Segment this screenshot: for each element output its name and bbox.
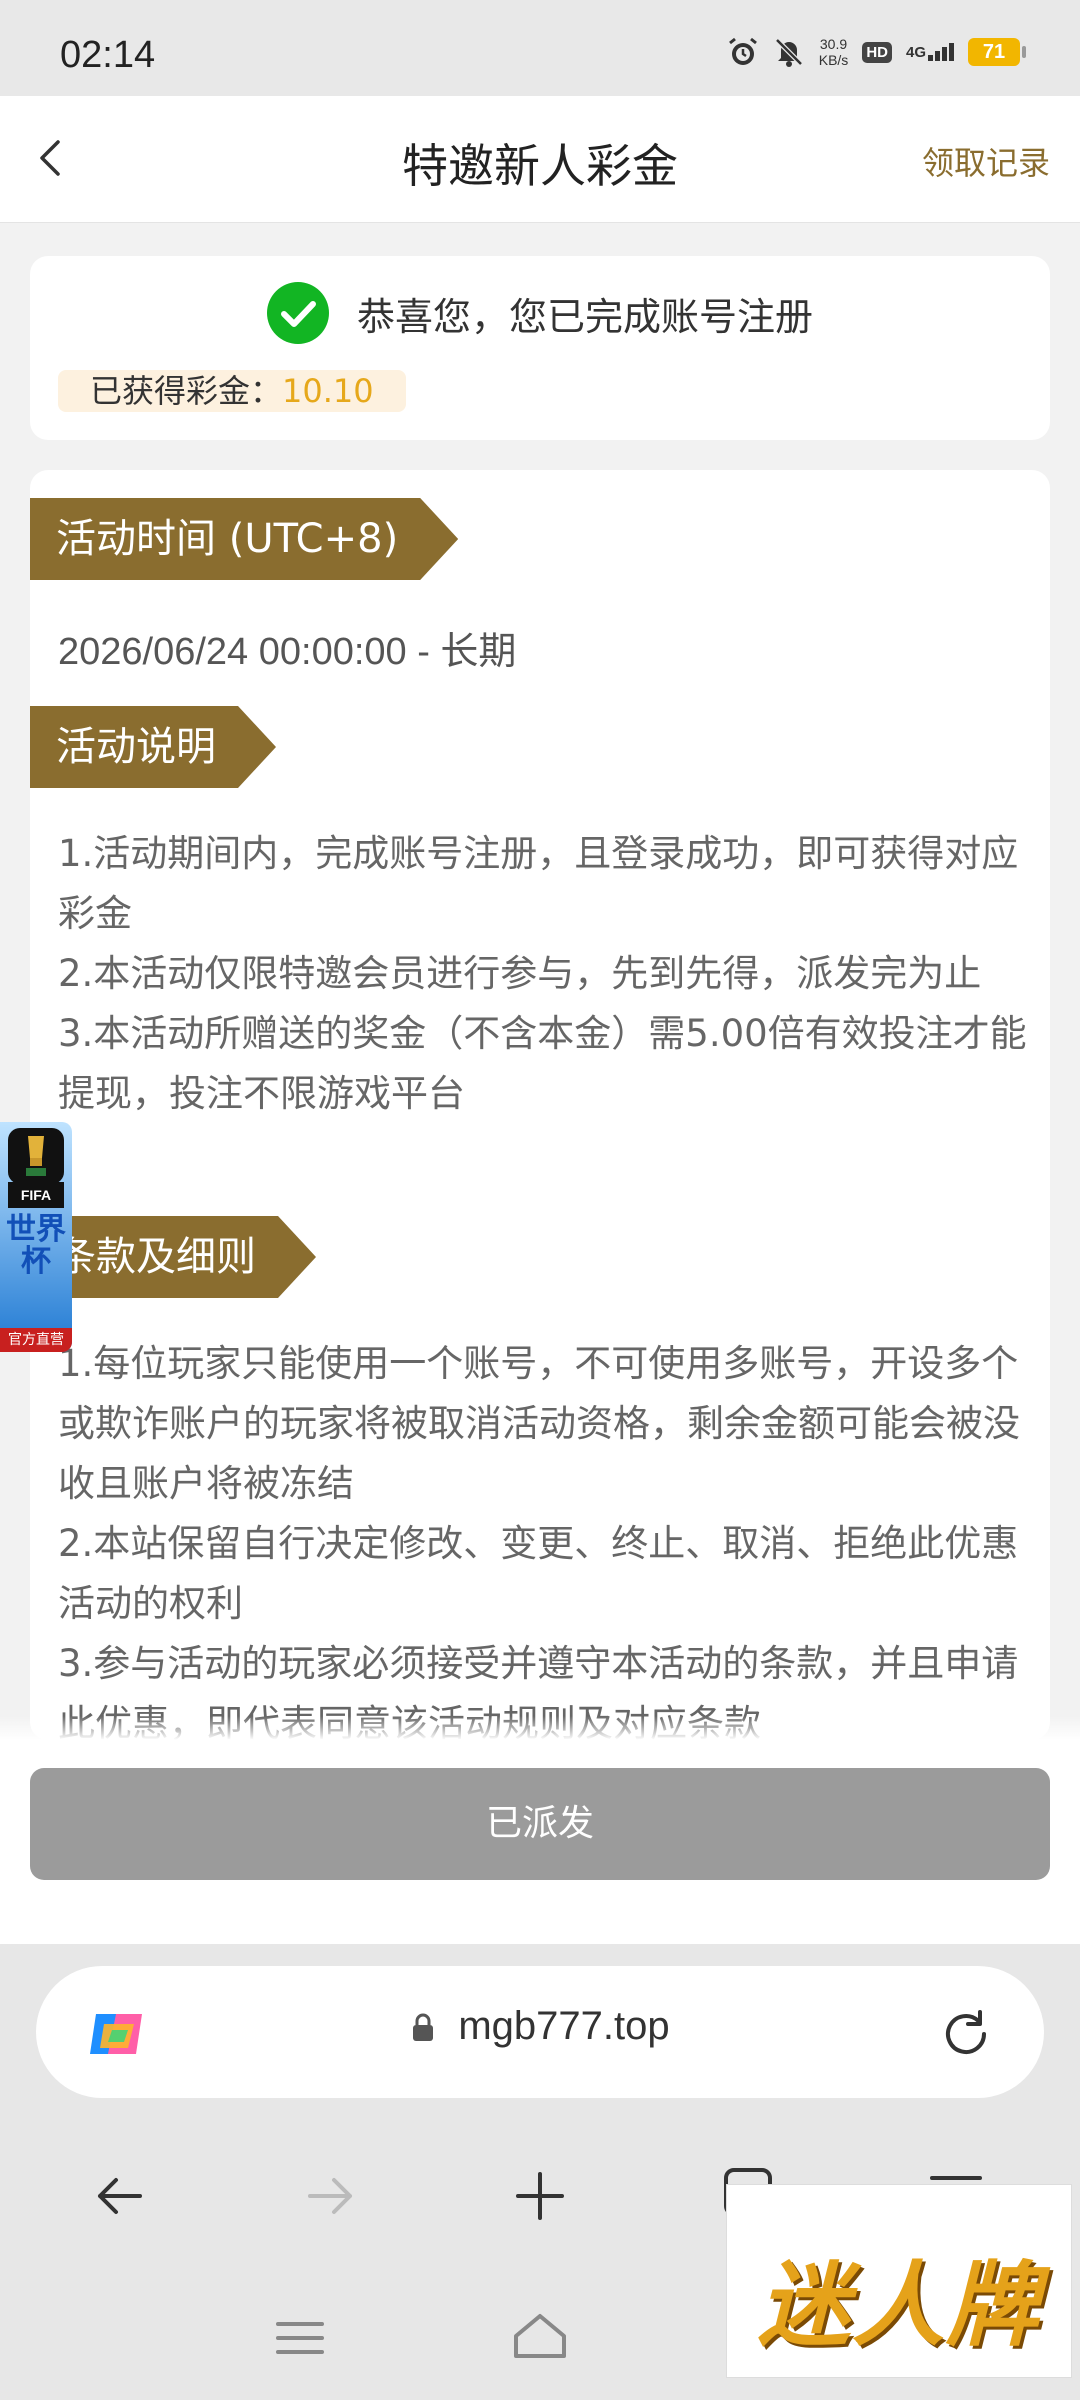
success-row: 恭喜您，您已完成账号注册: [30, 282, 1050, 344]
net-speed-value: 30.9: [819, 36, 848, 52]
checkmark-icon: [266, 282, 329, 344]
terms-item: 2.本站保留自行决定修改、变更、终止、取消、拒绝此优惠活动的权利: [58, 1522, 1019, 1625]
url-display: mgb777.top: [36, 2004, 1044, 2049]
signal-bar-icon: [928, 55, 933, 61]
status-bar: 02:14 30.9 KB/s HD 4G 71: [0, 0, 1080, 96]
activity-details-card[interactable]: 活动时间 (UTC+8) 2026/06/24 00:00:00 - 长期 活动…: [30, 470, 1050, 1740]
network-type: 4G: [905, 44, 926, 61]
official-label: 官方直营: [0, 1328, 72, 1352]
mute-bell-icon: [774, 38, 803, 67]
status-time: 02:14: [60, 34, 156, 76]
browser-back-icon[interactable]: [90, 2166, 150, 2226]
claim-record-link[interactable]: 领取记录: [922, 138, 1050, 184]
section-heading-time: 活动时间 (UTC+8): [30, 498, 458, 580]
lock-icon: [413, 2013, 434, 2041]
scroll-fade: [0, 1716, 1080, 1740]
worldcup-label: 世界杯: [6, 1212, 66, 1279]
worldcup-float-badge[interactable]: FIFA 世界杯 官方直营: [0, 1122, 72, 1352]
section-heading-terms: 条款及细则: [30, 1216, 316, 1298]
browser-forward-icon[interactable]: [300, 2166, 360, 2226]
net-speed: 30.9 KB/s: [819, 36, 849, 68]
terms-list: 1.每位玩家只能使用一个账号，不可使用多账号，开设多个或欺诈账户的玩家将被取消活…: [58, 1334, 1048, 1740]
bonus-badge: 已获得彩金：10.10: [58, 370, 406, 412]
description-item: 1.活动期间内，完成账号注册，且登录成功，即可获得对应彩金: [58, 832, 1019, 935]
description-list: 1.活动期间内，完成账号注册，且登录成功，即可获得对应彩金 2.本活动仅限特邀会…: [58, 824, 1048, 1124]
terms-item: 1.每位玩家只能使用一个账号，不可使用多账号，开设多个或欺诈账户的玩家将被取消活…: [58, 1342, 1020, 1505]
status-icons: 30.9 KB/s HD 4G 71: [727, 36, 1026, 68]
hd-badge: HD: [862, 41, 892, 63]
activity-time-value: 2026/06/24 00:00:00 - 长期: [58, 631, 517, 673]
dispatched-button[interactable]: 已派发: [30, 1768, 1050, 1880]
bonus-label: 已获得彩金：: [90, 372, 283, 410]
signal-bar-icon: [935, 51, 940, 61]
reload-icon[interactable]: [938, 2006, 994, 2062]
signal-bar-icon: [942, 47, 947, 61]
success-message: 恭喜您，您已完成账号注册: [356, 294, 813, 339]
action-bar: 已派发: [0, 1740, 1080, 1944]
description-item: 3.本活动所赠送的奖金（不含本金）需5.00倍有效投注才能提现，投注不限游戏平台: [58, 1012, 1027, 1115]
brand-logo-overlay: 迷人牌: [726, 2184, 1072, 2378]
page-title: 特邀新人彩金: [402, 139, 678, 193]
description-item: 2.本活动仅限特邀会员进行参与，先到先得，派发完为止: [58, 952, 982, 995]
section-heading-description: 活动说明: [30, 706, 276, 788]
net-speed-unit: KB/s: [818, 52, 849, 68]
signal-indicator: 4G: [906, 43, 954, 61]
page-header: 特邀新人彩金 领取记录: [0, 96, 1080, 223]
home-icon[interactable]: [510, 2310, 570, 2362]
bonus-value: 10.10: [282, 372, 374, 410]
signal-bar-icon: [949, 43, 954, 61]
alarm-icon: [728, 37, 757, 65]
registration-success-card: 恭喜您，您已完成账号注册 已获得彩金：10.10: [30, 256, 1050, 440]
recent-apps-icon[interactable]: [272, 2316, 328, 2360]
fifa-label: FIFA: [8, 1182, 64, 1208]
trophy-icon: [8, 1128, 64, 1184]
brand-logo-text: 迷人牌: [757, 2252, 1040, 2359]
address-bar[interactable]: mgb777.top: [36, 1966, 1044, 2098]
url-text: mgb777.top: [458, 2004, 670, 2048]
battery-icon: 71: [968, 38, 1026, 66]
new-tab-plus-icon[interactable]: [510, 2166, 570, 2226]
